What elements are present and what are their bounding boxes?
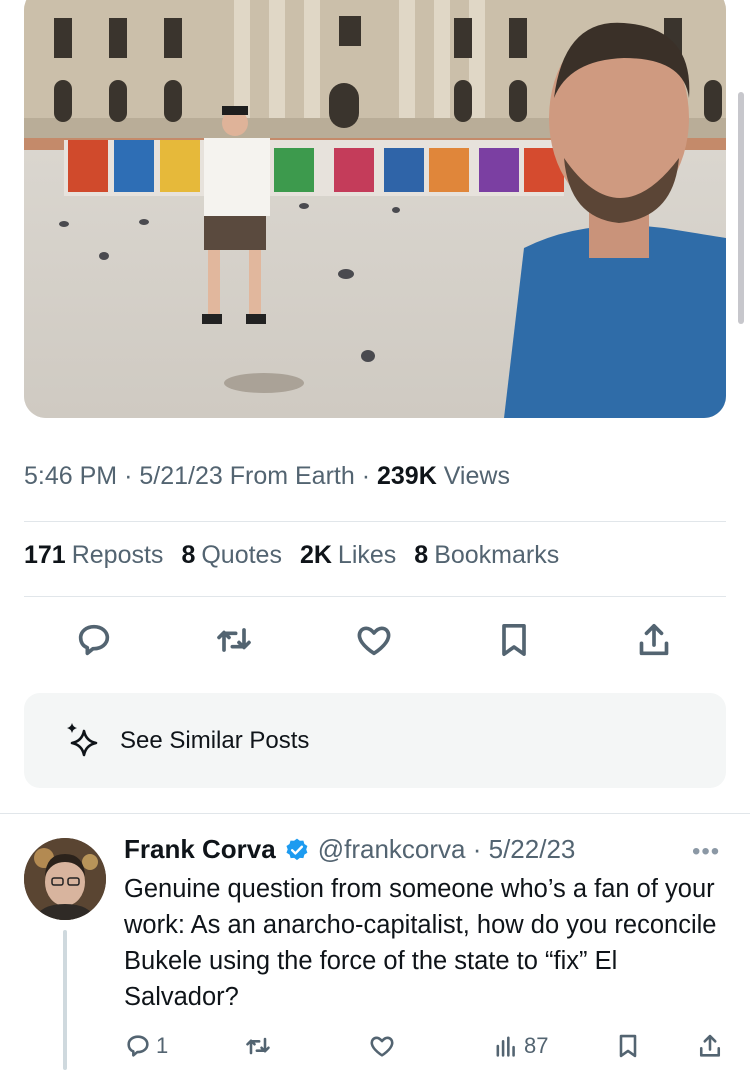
divider	[24, 521, 726, 522]
avatar-image	[24, 838, 106, 920]
like-icon	[370, 1036, 394, 1057]
reply-date[interactable]: 5/22/23	[489, 834, 576, 865]
reply-count: 1	[156, 1033, 169, 1058]
tweet-time[interactable]: 5:46 PM	[24, 462, 117, 490]
reply-views-count: 87	[524, 1033, 549, 1058]
tweet-action-bar	[24, 616, 726, 664]
more-options-icon[interactable]: •••	[692, 838, 720, 866]
reply-header: Frank Corva @frankcorva · 5/22/23	[124, 834, 575, 865]
separator: ·	[465, 834, 489, 864]
tweet-meta: 5:46 PM · 5/21/23 From Earth · 239K View…	[24, 462, 510, 491]
reply-reply-button[interactable]: 1	[124, 1028, 168, 1064]
engagement-stats: 171 Reposts 8 Quotes 2K Likes 8 Bookmarks	[24, 541, 559, 570]
reply-repost-button[interactable]	[244, 1028, 272, 1064]
share-icon	[639, 624, 669, 656]
verified-badge-icon	[286, 838, 308, 860]
see-similar-posts-button[interactable]: See Similar Posts	[24, 693, 726, 788]
reply-button[interactable]	[70, 616, 118, 664]
repost-button[interactable]	[210, 616, 258, 664]
bookmark-button[interactable]	[490, 616, 538, 664]
separator: ·	[124, 462, 140, 490]
scrollbar[interactable]	[738, 92, 744, 324]
bookmark-icon	[619, 1034, 637, 1058]
sparkle-icon	[67, 722, 98, 756]
see-similar-label: See Similar Posts	[120, 726, 310, 754]
divider	[24, 596, 726, 597]
stat-likes[interactable]: 2K Likes	[300, 541, 396, 570]
repost-icon	[246, 1037, 270, 1055]
views-icon	[496, 1036, 515, 1057]
like-icon	[357, 626, 391, 656]
reply-avatar[interactable]	[24, 838, 106, 920]
reply-icon	[78, 624, 110, 656]
stat-bookmarks[interactable]: 8 Bookmarks	[414, 541, 559, 570]
plaza-selfie-image	[24, 0, 726, 418]
reply-share-button[interactable]	[696, 1028, 724, 1064]
share-button[interactable]	[630, 616, 678, 664]
reply-icon	[127, 1035, 149, 1057]
stat-quotes[interactable]: 8 Quotes	[181, 541, 282, 570]
repost-icon	[217, 628, 251, 652]
tweet-date[interactable]: 5/21/23	[139, 462, 222, 490]
reply-author-name[interactable]: Frank Corva	[124, 834, 276, 865]
reply-like-button[interactable]	[368, 1028, 396, 1064]
bookmark-icon	[502, 624, 526, 656]
separator: ·	[361, 462, 377, 490]
divider	[0, 813, 750, 814]
views-count: 239K	[376, 462, 437, 490]
reply-views-button[interactable]: 87	[492, 1028, 548, 1064]
tweet-source: From Earth	[229, 462, 355, 490]
stat-reposts[interactable]: 171 Reposts	[24, 541, 163, 570]
reply-handle[interactable]: @frankcorva	[318, 834, 466, 865]
like-button[interactable]	[350, 616, 398, 664]
views-label: Views	[443, 462, 510, 490]
thread-line	[63, 930, 67, 1070]
share-icon	[699, 1034, 721, 1057]
reply-bookmark-button[interactable]	[614, 1028, 642, 1064]
tweet-photo[interactable]	[24, 0, 726, 418]
reply-action-bar: 1 87	[124, 1028, 724, 1064]
reply-text: Genuine question from someone who’s a fa…	[124, 875, 717, 1011]
